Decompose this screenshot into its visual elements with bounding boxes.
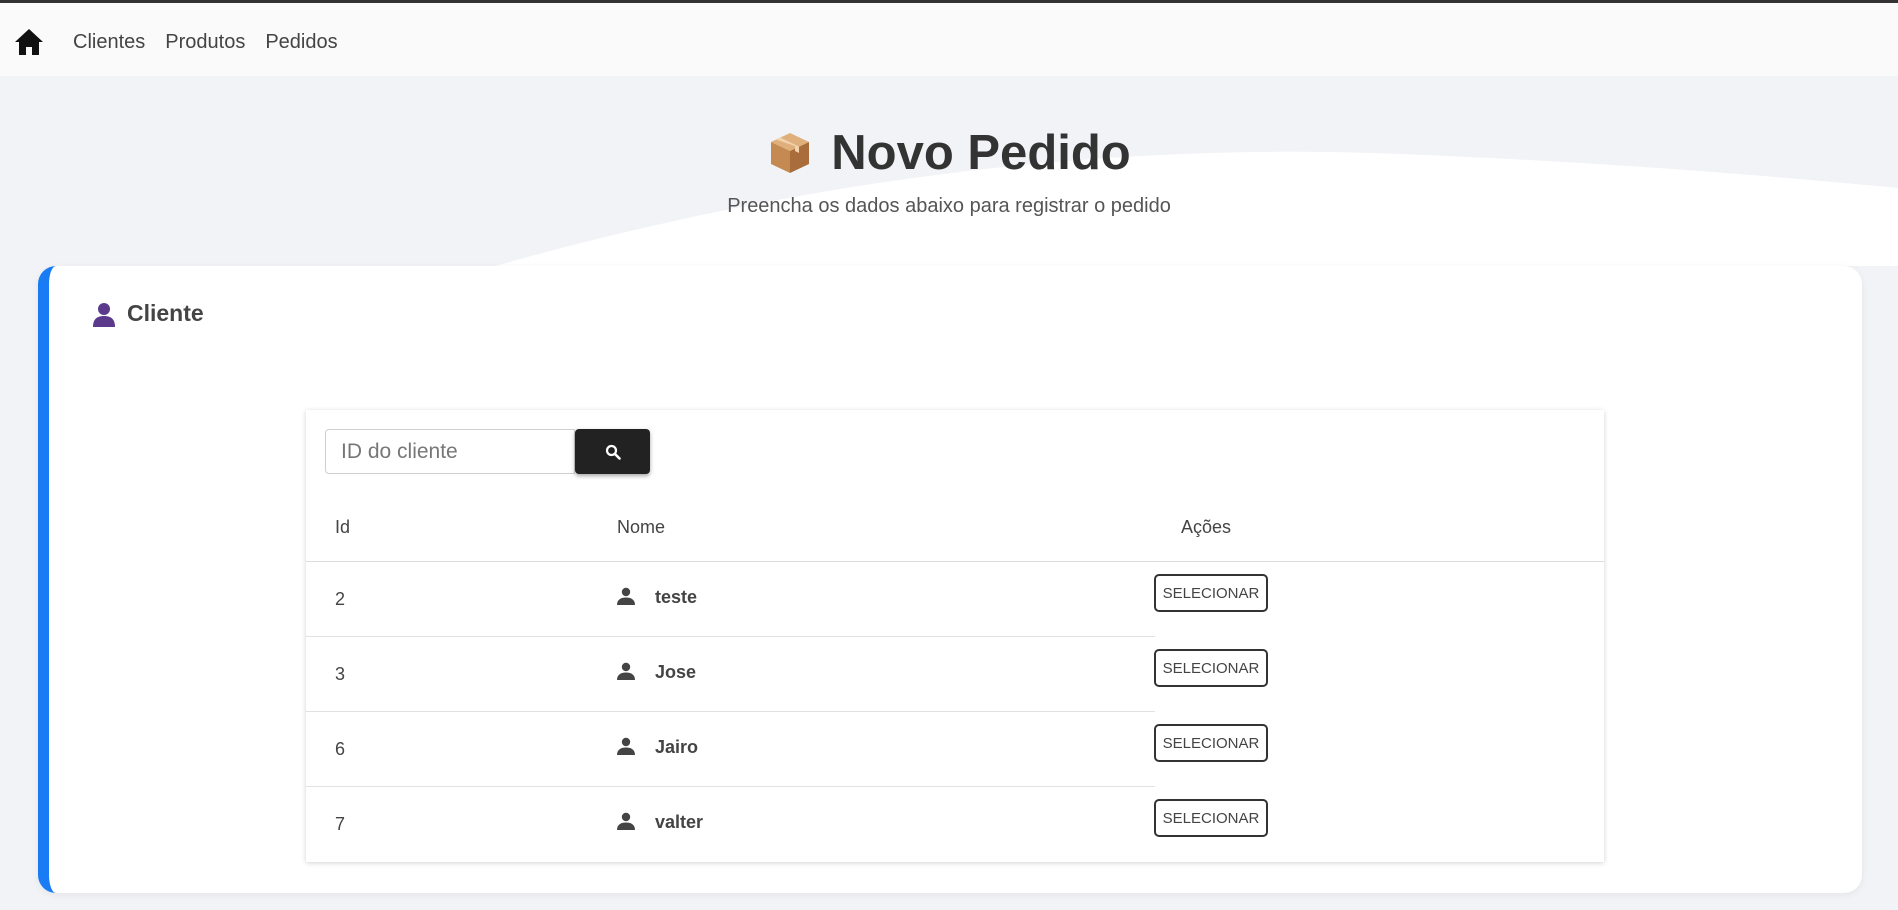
person-icon xyxy=(93,302,115,327)
package-icon xyxy=(771,133,810,173)
client-name: teste xyxy=(655,587,698,607)
client-name: Jairo xyxy=(655,737,699,757)
column-header-id: Id xyxy=(335,517,351,537)
client-id-input[interactable] xyxy=(325,429,575,474)
nav-link-pedidos[interactable]: Pedidos xyxy=(265,31,337,54)
table-row: 6 Jairo SELECIONAR xyxy=(306,712,1604,787)
client-name: valter xyxy=(655,812,704,832)
client-id: 3 xyxy=(335,664,346,684)
page-title-text: Novo Pedido xyxy=(831,126,1131,180)
select-client-button[interactable]: SELECIONAR xyxy=(1154,799,1268,837)
nav-link-clientes[interactable]: Clientes xyxy=(73,31,145,54)
table-row: 3 Jose SELECIONAR xyxy=(306,637,1604,712)
select-client-button[interactable]: SELECIONAR xyxy=(1154,574,1268,612)
column-header-nome: Nome xyxy=(617,517,666,537)
home-icon[interactable] xyxy=(14,28,44,56)
nav-links: Clientes Produtos Pedidos xyxy=(73,31,358,54)
search-button[interactable] xyxy=(575,429,650,474)
user-icon xyxy=(617,737,635,755)
user-icon xyxy=(617,812,635,830)
select-client-button[interactable]: SELECIONAR xyxy=(1154,724,1268,762)
user-icon xyxy=(617,587,635,605)
client-search-panel: Id Nome Ações 2 teste SELECIONAR 3 Jose … xyxy=(306,410,1604,862)
user-icon xyxy=(617,662,635,680)
client-id: 6 xyxy=(335,739,346,759)
cliente-section-title: Cliente xyxy=(91,300,204,327)
page-header: Novo Pedido Preencha os dados abaixo par… xyxy=(0,76,1898,266)
page-title: Novo Pedido xyxy=(0,125,1898,181)
cliente-section-label: Cliente xyxy=(127,300,204,326)
search-icon xyxy=(605,444,621,460)
client-id: 2 xyxy=(335,589,346,609)
select-client-button[interactable]: SELECIONAR xyxy=(1154,649,1268,687)
nav-link-produtos[interactable]: Produtos xyxy=(165,31,245,54)
client-name: Jose xyxy=(655,662,697,682)
top-navbar: Clientes Produtos Pedidos xyxy=(0,0,1898,76)
table-row: 7 valter SELECIONAR xyxy=(306,787,1604,862)
page-subtitle: Preencha os dados abaixo para registrar … xyxy=(727,195,1171,217)
column-header-acoes: Ações xyxy=(1181,517,1232,537)
table-row: 2 teste SELECIONAR xyxy=(306,562,1604,637)
client-id: 7 xyxy=(335,814,346,834)
